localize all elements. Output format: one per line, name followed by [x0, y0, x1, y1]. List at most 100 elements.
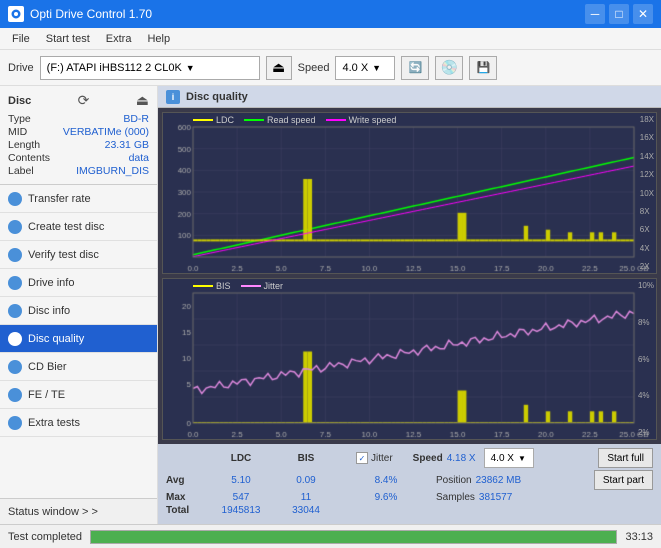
eject-button[interactable]: ⏏ — [266, 56, 292, 80]
disc-length-label: Length — [8, 139, 40, 151]
jitter-checkbox[interactable]: ✓ — [356, 452, 368, 464]
read-speed-legend-item: Read speed — [244, 115, 316, 125]
jitter-label: Jitter — [371, 453, 393, 464]
write-speed-legend-item: Write speed — [326, 115, 397, 125]
chart2-right-axis: 10% 8% 6% 4% 2% — [638, 279, 654, 439]
disc-section-label: Disc — [8, 95, 31, 107]
ldc-avg: 5.10 — [206, 475, 276, 486]
content-area: i Disc quality LDC Read speed — [158, 86, 661, 524]
disc-info-icon — [8, 304, 22, 318]
maximize-button[interactable]: □ — [609, 4, 629, 24]
close-button[interactable]: ✕ — [633, 4, 653, 24]
speed-select[interactable]: 4.0 X ▼ — [335, 56, 395, 80]
menu-extra[interactable]: Extra — [98, 31, 140, 47]
bis-max: 11 — [276, 492, 336, 503]
speed-result-select[interactable]: 4.0 X ▼ — [484, 448, 534, 468]
status-text: Test completed — [8, 531, 82, 543]
main-layout: Disc ⟳ ⏏ Type BD-R MID VERBATIMe (000) L… — [0, 86, 661, 524]
dq-icon: i — [166, 90, 180, 104]
write-speed-legend-color — [326, 119, 346, 121]
position-label: Position — [436, 475, 472, 486]
drive-label: Drive — [8, 62, 34, 74]
sidebar-nav: Transfer rate Create test disc Verify te… — [0, 185, 157, 498]
ldc-max: 547 — [206, 492, 276, 503]
disc-label-row: Label IMGBURN_DIS — [8, 165, 149, 177]
disc-type-label: Type — [8, 113, 31, 125]
menu-file[interactable]: File — [4, 31, 38, 47]
speed-val: 4.18 X — [447, 453, 476, 464]
sidebar-item-disc-info[interactable]: Disc info — [0, 297, 157, 325]
ldc-total: 1945813 — [206, 505, 276, 516]
disc-type-row: Type BD-R — [8, 113, 149, 125]
stats-buttons: Start full — [598, 448, 653, 468]
bis-legend-item: BIS — [193, 281, 231, 291]
chart1-legend: LDC Read speed Write speed — [193, 115, 396, 125]
samples-value: 381577 — [479, 492, 512, 503]
save-button[interactable]: 💾 — [469, 56, 497, 80]
start-part-button[interactable]: Start part — [594, 470, 653, 490]
sidebar-item-verify-test-disc[interactable]: Verify test disc — [0, 241, 157, 269]
title-bar: Opti Drive Control 1.70 ─ □ ✕ — [0, 0, 661, 28]
jitter-max: 9.6% — [356, 492, 416, 503]
charts-area: LDC Read speed Write speed 18X 16X 14X — [158, 108, 661, 444]
sidebar-item-drive-info[interactable]: Drive info — [0, 269, 157, 297]
disc-info-panel: Disc ⟳ ⏏ Type BD-R MID VERBATIMe (000) L… — [0, 86, 157, 185]
ldc-chart: LDC Read speed Write speed 18X 16X 14X — [162, 112, 657, 274]
disc-eject-icon[interactable]: ⏏ — [136, 92, 149, 109]
disc-length-row: Length 23.31 GB — [8, 139, 149, 151]
sidebar: Disc ⟳ ⏏ Type BD-R MID VERBATIMe (000) L… — [0, 86, 158, 524]
menu-help[interactable]: Help — [139, 31, 178, 47]
disc-mid-value: VERBATIMe (000) — [63, 126, 149, 138]
bottom-bar: Test completed 33:13 — [0, 524, 661, 548]
menu-start-test[interactable]: Start test — [38, 31, 98, 47]
status-window-button[interactable]: Status window > > — [0, 498, 157, 524]
refresh-button[interactable]: 🔄 — [401, 56, 429, 80]
disc-contents-value: data — [129, 152, 149, 164]
speed-label: Speed — [298, 62, 330, 74]
disc-mid-label: MID — [8, 126, 27, 138]
disc-refresh-icon[interactable]: ⟳ — [78, 92, 90, 109]
sidebar-item-fe-te[interactable]: FE / TE — [0, 381, 157, 409]
start-full-button[interactable]: Start full — [598, 448, 653, 468]
disc-type-value: BD-R — [123, 113, 149, 125]
bis-header: BIS — [276, 453, 336, 464]
disc-contents-row: Contents data — [8, 152, 149, 164]
ldc-header: LDC — [206, 453, 276, 464]
drive-info-icon — [8, 276, 22, 290]
window-controls: ─ □ ✕ — [585, 4, 653, 24]
sidebar-item-disc-quality[interactable]: Disc quality — [0, 325, 157, 353]
total-label: Total — [166, 505, 206, 516]
bis-canvas — [163, 279, 656, 439]
disc-length-value: 23.31 GB — [105, 139, 149, 151]
disc-contents-label: Contents — [8, 152, 50, 164]
speed-col-header: Speed — [413, 453, 443, 464]
disc-mid-row: MID VERBATIMe (000) — [8, 126, 149, 138]
progress-bar — [91, 531, 616, 543]
jitter-checkbox-row: ✓ Jitter — [356, 452, 393, 464]
menu-bar: File Start test Extra Help — [0, 28, 661, 50]
max-label: Max — [166, 492, 206, 503]
jitter-legend-item: Jitter — [241, 281, 284, 291]
avg-label: Avg — [166, 475, 206, 486]
disc-disc-label-label: Label — [8, 165, 34, 177]
sidebar-item-cd-bier[interactable]: CD Bier — [0, 353, 157, 381]
ldc-legend-color — [193, 119, 213, 121]
sidebar-item-extra-tests[interactable]: Extra tests — [0, 409, 157, 437]
disc-button[interactable]: 💿 — [435, 56, 463, 80]
cd-bier-icon — [8, 360, 22, 374]
jitter-avg: 8.4% — [356, 475, 416, 486]
sidebar-item-transfer-rate[interactable]: Transfer rate — [0, 185, 157, 213]
extra-tests-icon — [8, 416, 22, 430]
samples-label: Samples — [436, 492, 475, 503]
disc-quality-header: i Disc quality — [158, 86, 661, 108]
stats-bar: LDC BIS ✓ Jitter Speed 4.18 X 4.0 X ▼ St… — [158, 444, 661, 524]
progress-bar-container — [90, 530, 617, 544]
disc-quality-icon — [8, 332, 22, 346]
jitter-legend-color — [241, 285, 261, 287]
bis-total: 33044 — [276, 505, 336, 516]
minimize-button[interactable]: ─ — [585, 4, 605, 24]
drive-select[interactable]: (F:) ATAPI iHBS112 2 CL0K ▼ — [40, 56, 260, 80]
bis-legend-color — [193, 285, 213, 287]
disc-disc-label-value: IMGBURN_DIS — [76, 165, 149, 177]
sidebar-item-create-test-disc[interactable]: Create test disc — [0, 213, 157, 241]
